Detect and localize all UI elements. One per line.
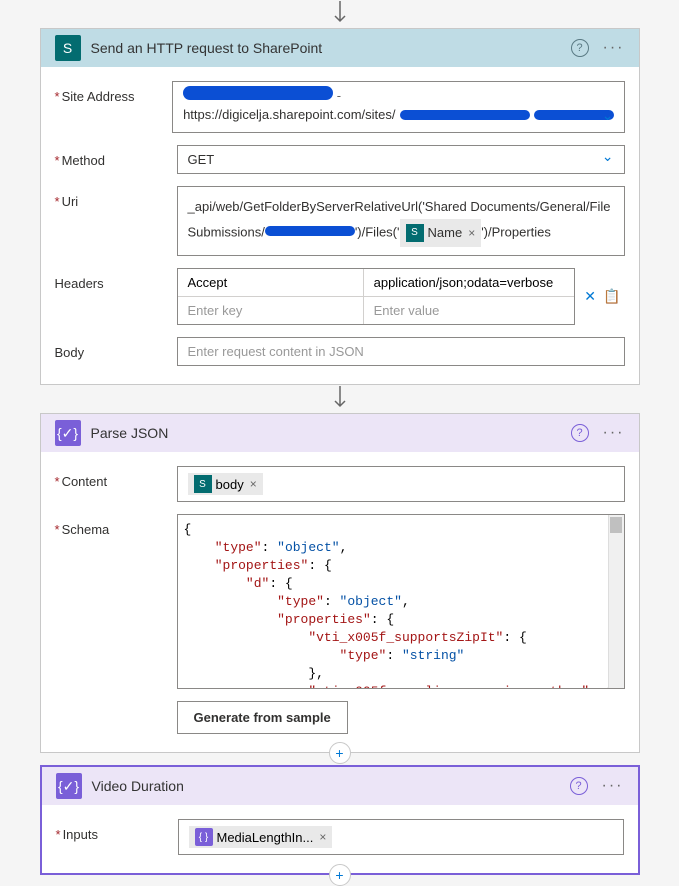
body-input[interactable]: Enter request content in JSON [177, 337, 625, 366]
ellipsis-icon[interactable]: ··· [603, 39, 625, 57]
method-select[interactable]: GET ⌄ [177, 145, 625, 174]
help-icon[interactable]: ? [571, 39, 589, 57]
dynamic-token-body[interactable]: Sbody× [188, 473, 263, 495]
remove-header-icon[interactable]: ✕ [584, 288, 596, 305]
content-input[interactable]: Sbody× [177, 466, 625, 502]
header-value-input[interactable]: application/json;odata=verbose [364, 269, 574, 296]
action-video-duration[interactable]: {✓} Video Duration ? ··· Inputs { }Media… [40, 765, 640, 875]
card-title: Parse JSON [91, 425, 571, 441]
header-key-input[interactable]: Accept [178, 269, 364, 296]
card-header[interactable]: {✓} Parse JSON ? ··· [41, 414, 639, 452]
json-icon: { } [195, 828, 213, 846]
schema-label: Schema [55, 514, 177, 734]
content-label: Content [55, 466, 177, 502]
site-address-input[interactable]: - https://digicelja.sharepoint.com/sites… [172, 81, 624, 133]
method-label: Method [55, 145, 177, 174]
arrow-connector [333, 385, 347, 413]
card-header[interactable]: S Send an HTTP request to SharePoint ? ·… [41, 29, 639, 67]
help-icon[interactable]: ? [570, 777, 588, 795]
close-icon[interactable]: × [250, 477, 257, 491]
card-title: Send an HTTP request to SharePoint [91, 40, 571, 56]
close-icon[interactable]: × [319, 830, 326, 844]
inputs-input[interactable]: { }MediaLengthIn...× [178, 819, 624, 855]
action-parse-json[interactable]: {✓} Parse JSON ? ··· Content Sbody× Sche… [40, 413, 640, 753]
ellipsis-icon[interactable]: ··· [603, 424, 625, 442]
chevron-down-icon[interactable]: ⌄ [602, 107, 614, 124]
uri-input[interactable]: _api/web/GetFolderByServerRelativeUrl('S… [177, 186, 625, 256]
json-icon: {✓} [56, 773, 82, 799]
header-key-input[interactable]: Enter key [178, 297, 364, 324]
site-address-label: Site Address [55, 81, 173, 133]
dynamic-token-medialength[interactable]: { }MediaLengthIn...× [189, 826, 333, 848]
headers-table: Accept application/json;odata=verbose En… [177, 268, 575, 325]
header-value-input[interactable]: Enter value [364, 297, 574, 324]
body-label: Body [55, 337, 177, 366]
card-title: Video Duration [92, 778, 570, 794]
dynamic-token-name[interactable]: SName× [400, 219, 482, 247]
sharepoint-icon: S [194, 475, 212, 493]
scrollbar[interactable] [608, 515, 624, 688]
ellipsis-icon[interactable]: ··· [602, 777, 624, 795]
generate-from-sample-button[interactable]: Generate from sample [177, 701, 348, 734]
json-icon: {✓} [55, 420, 81, 446]
clipboard-icon[interactable]: 📋 [603, 288, 620, 305]
sharepoint-icon: S [55, 35, 81, 61]
action-sharepoint-http[interactable]: S Send an HTTP request to SharePoint ? ·… [40, 28, 640, 385]
card-header[interactable]: {✓} Video Duration ? ··· [42, 767, 638, 805]
inputs-label: Inputs [56, 819, 178, 855]
add-step-button[interactable]: + [329, 864, 351, 886]
uri-label: Uri [55, 186, 177, 256]
header-row: Accept application/json;odata=verbose [178, 269, 574, 297]
add-step-button[interactable]: + [329, 742, 351, 764]
sharepoint-icon: S [406, 224, 424, 242]
help-icon[interactable]: ? [571, 424, 589, 442]
headers-label: Headers [55, 268, 177, 325]
close-icon[interactable]: × [468, 221, 475, 245]
header-row: Enter key Enter value [178, 297, 574, 324]
chevron-down-icon[interactable]: ⌄ [602, 148, 614, 165]
schema-textarea[interactable]: { "type": "object", "properties": { "d":… [177, 514, 625, 689]
arrow-connector [333, 0, 347, 28]
